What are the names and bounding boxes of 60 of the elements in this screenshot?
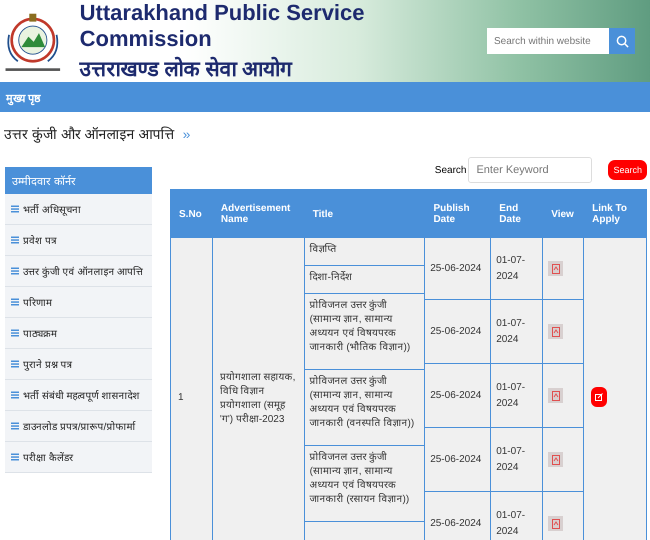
list-icon: [11, 360, 19, 368]
table-cell: 25-06-2024: [430, 263, 482, 274]
search-icon: [616, 34, 628, 48]
sidebar-item[interactable]: भर्ती अधिसूचना: [5, 194, 152, 225]
sidebar-item[interactable]: पुराने प्रश्न पत्र: [5, 349, 152, 380]
pdf-icon[interactable]: [548, 452, 564, 467]
table-cell: 25-06-2024: [430, 326, 482, 337]
search-label: Search: [434, 164, 466, 176]
chevron-icon: »: [182, 126, 190, 142]
table-cell: विज्ञप्ति: [304, 238, 424, 266]
column-header: Advertisement Name: [220, 202, 292, 227]
sidebar-title: उम्मीदवार कॉर्नर: [5, 167, 152, 194]
page-heading: उत्तर कुंजी और ऑनलाइन आपत्ति: [4, 125, 175, 143]
search-button[interactable]: [609, 28, 635, 54]
column-header: Link To Apply: [591, 202, 628, 227]
sidebar-item[interactable]: उत्तर कुंजी एवं ऑनलाइन आपत्ति: [5, 256, 152, 287]
list-icon: [11, 329, 19, 337]
search-button[interactable]: Search: [608, 160, 647, 180]
pdf-icon[interactable]: [548, 324, 564, 339]
list-icon: [11, 236, 19, 244]
list-icon: [11, 391, 19, 399]
column-header: Title: [312, 208, 334, 222]
pdf-icon[interactable]: [548, 261, 564, 276]
column-header: S.No: [178, 208, 203, 222]
table-cell-text: 01-07-2024: [496, 254, 526, 284]
sidebar-item[interactable]: भर्ती संबंधी महत्वपूर्ण शासनादेश: [5, 380, 152, 411]
column-header: View: [550, 208, 575, 222]
table-cell-text: 01-07-2024: [496, 380, 526, 410]
table-cell: दिशा-निर्देश: [304, 266, 424, 294]
table-cell: प्रोविजनल उत्तर कुंजी (सामान्य ज्ञान, सामान्य अध्ययन एवं विषयपरक जानकारी (रसायन विज्ञान)): [304, 446, 424, 522]
sidebar-item[interactable]: प्रवेश पत्र: [5, 225, 152, 256]
sidebar-item[interactable]: डाउनलोड प्रपत्र/प्रारूप/प्रोफार्मा: [5, 411, 152, 442]
table-cell: प्रोविजनल उत्तर कुंजी (सामान्य ज्ञान, सामान्य अध्ययन एवं विषयपरक जानकारी (भौतिक विज्ञान)): [304, 294, 424, 370]
table-cell-text: 01-07-2024: [496, 508, 526, 538]
site-search-field[interactable]: Search within website: [487, 28, 609, 54]
site-title: Uttarakhand Public Service Commission: [80, 0, 366, 52]
apply-button[interactable]: [591, 387, 608, 407]
pdf-icon[interactable]: [548, 516, 564, 531]
sidebar-item[interactable]: पाठ्यक्रम: [5, 318, 152, 349]
sidebar-item[interactable]: परीक्षा कैलेंडर: [5, 442, 152, 473]
table-cell-text: 01-07-2024: [496, 316, 526, 346]
table-cell: प्रोविजनल उत्तर कुंजी (सामान्य ज्ञान, सामान्य अध्ययन एवं विषयपरक जानकारी (वनस्पति विज्ञान)): [304, 370, 424, 446]
pdf-icon[interactable]: [548, 388, 564, 403]
table-cell: प्रयोगशाला सहायक, विधि विज्ञान प्रयोगशाला (समूह 'ग') परीक्षा-2023: [212, 238, 305, 540]
table-cell-text: 01-07-2024: [496, 444, 526, 474]
table-cell: 25-06-2024: [430, 390, 482, 401]
list-icon: [11, 267, 19, 275]
list-icon: [11, 453, 19, 461]
sidebar-item[interactable]: परिणाम: [5, 287, 152, 318]
list-icon: [11, 422, 19, 430]
column-header: End Date: [498, 202, 522, 227]
list-icon: [11, 205, 19, 213]
table-cell: 25-06-2024: [430, 454, 482, 465]
edit-icon: [595, 393, 604, 401]
keyword-field[interactable]: Enter Keyword: [468, 157, 592, 183]
list-icon: [11, 298, 19, 306]
table-cell: 25-06-2024: [430, 518, 482, 529]
site-subtitle: उत्तराखण्ड लोक सेवा आयोग: [80, 56, 294, 82]
column-header: Publish Date: [432, 202, 471, 227]
table-cell: 1: [171, 238, 213, 540]
